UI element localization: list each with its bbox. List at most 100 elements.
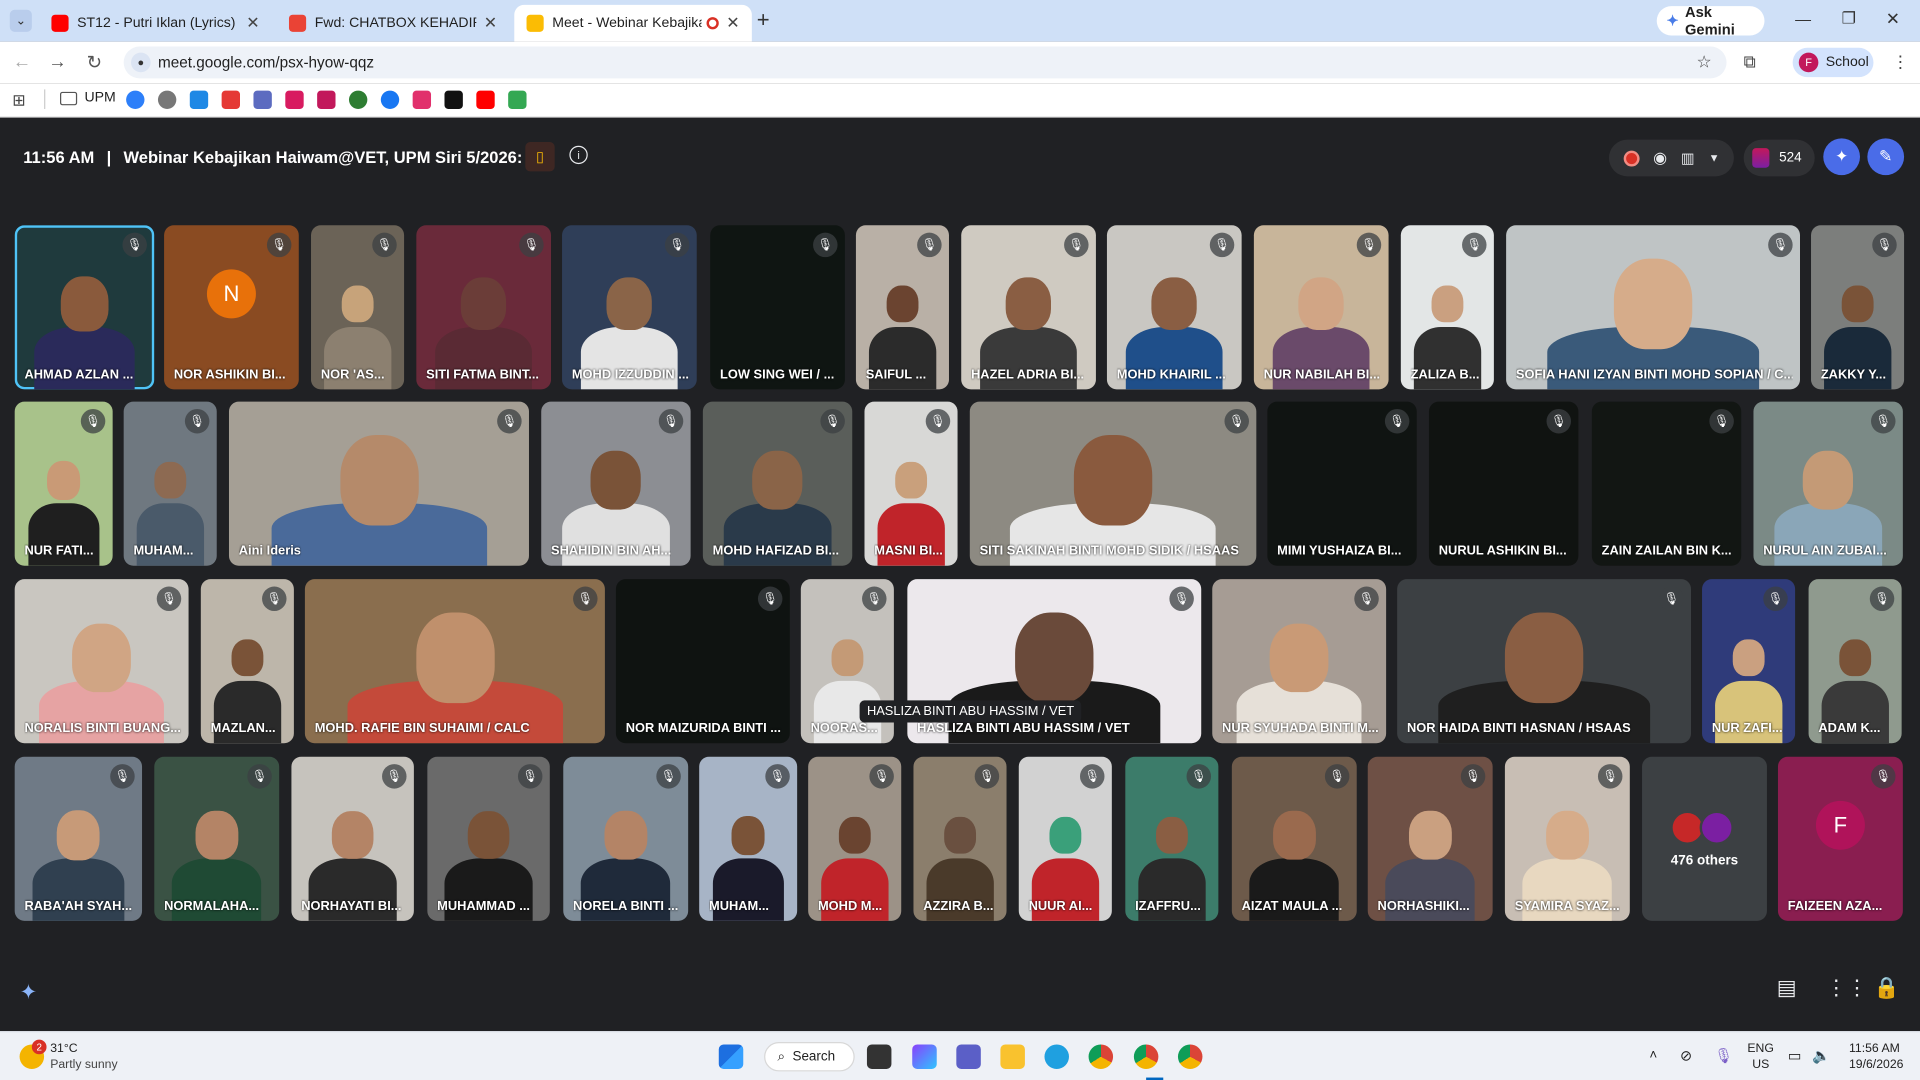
profile-button[interactable]: F School [1792,47,1874,78]
participant-tile[interactable]: 🎙 AZZIRA B... [913,756,1007,921]
close-tab-icon[interactable]: ✕ [726,13,739,33]
participant-tile[interactable]: 🎙 MOHD KHAIRIL ... [1106,225,1242,390]
youtube-icon[interactable] [476,90,495,109]
participant-tile[interactable]: 🎙 NORELA BINTI ... [563,756,689,921]
bookmark-icon[interactable] [189,90,209,109]
tab-youtube[interactable]: ST12 - Putri Iklan (Lyrics) - YouT ✕ [39,5,272,42]
participant-tile[interactable]: 🎙 SHAHIDIN BIN AH... [541,401,691,566]
restore-icon[interactable]: ❐ [1842,9,1856,29]
site-info-icon[interactable]: ● [131,52,151,73]
participant-tile[interactable]: 🎙 NORHAYATI BI... [291,756,414,921]
participant-tile[interactable]: 🎙 ZALIZA B... [1400,225,1494,390]
participant-tile[interactable]: 🎙 SITI FATMA BINT... [416,225,552,390]
extensions-icon[interactable]: ⧉ [1744,51,1756,72]
info-icon[interactable]: i [569,145,588,165]
bookmark-icon[interactable] [221,90,241,109]
mic-in-use-icon[interactable]: 🎙 [1714,1047,1733,1064]
teams-icon[interactable] [956,1044,981,1069]
close-tab-icon[interactable]: ✕ [246,13,259,33]
participant-tile[interactable]: 🎙 ADAM K... [1808,579,1902,744]
participant-tile[interactable]: 🎙 MUHAM... [123,401,217,566]
task-view-icon[interactable] [866,1044,892,1069]
participant-tile[interactable]: 🎙 MOHD HAFIZAD BI... [702,401,853,566]
windows-start-icon[interactable] [718,1044,744,1069]
instagram-icon[interactable] [412,90,432,109]
host-controls-icon[interactable]: ▯ [525,142,555,172]
activities-icon[interactable]: ✎ [1867,138,1905,176]
participant-tile[interactable]: 🎙 SAIFUL ... [855,225,949,390]
apps-grid-icon[interactable]: ⊞ [12,91,25,111]
gemini-sparkle-icon[interactable]: ✦ [20,981,37,1005]
tab-meet[interactable]: Meet - Webinar Kebajikan H ✕ [514,4,752,42]
bookmark-icon[interactable] [253,90,272,109]
tab-search-icon[interactable]: ⌄ [9,9,32,32]
volume-icon[interactable]: 🔈 [1812,1047,1830,1064]
participant-tile[interactable]: 🎙 MASNI BI... [864,401,958,566]
participant-tile[interactable]: 🎙 ZAKKY Y... [1811,225,1905,390]
clock-time[interactable]: 11:56 AM [1849,1042,1900,1055]
bookmark-icon[interactable] [126,90,145,109]
others-tile[interactable]: 476 others [1642,756,1767,921]
participant-tile[interactable]: 🎙 NORMALAHA... [154,756,280,921]
language-label[interactable]: ENG [1747,1042,1774,1055]
participant-tile[interactable]: 🎙 MIMI YUSHAIZA BI... [1267,401,1417,566]
bookmark-icon[interactable] [157,90,177,109]
browser-menu-icon[interactable]: ⋮ [1892,51,1909,72]
participant-tile[interactable]: 🎙 NUR NABILAH BI... [1253,225,1389,390]
ask-gemini-button[interactable]: ✦ Ask Gemini [1656,4,1765,38]
participant-tile[interactable]: 🎙 SITI SAKINAH BINTI MOHD SIDIK / HSAAS [969,401,1257,566]
participant-tile[interactable]: 🎙 NUR ZAFI... [1702,579,1796,744]
participant-tile[interactable]: 🎙 NOR MAIZURIDA BINTI ... [615,579,790,744]
participant-tile[interactable]: 🎙 ZAIN ZAILAN BIN K... [1591,401,1742,566]
participant-tile[interactable]: 🎙 RABA'AH SYAH... [14,756,143,921]
participant-tile[interactable]: 🎙 NURUL ASHIKIN BI... [1428,401,1579,566]
gemini-notes-icon[interactable]: ✦ [1823,138,1861,176]
bookmark-icon[interactable] [348,90,368,109]
bookmark-icon[interactable] [285,90,304,109]
participant-tile[interactable]: 🎙 IZAFFRU... [1125,756,1219,921]
bookmark-folder-upm[interactable]: UPM [60,91,116,105]
participant-tile[interactable]: 🎙 MOHD M... [808,756,902,921]
close-tab-icon[interactable]: ✕ [484,13,497,33]
bookmark-star-icon[interactable]: ☆ [1696,51,1711,72]
display-icon[interactable]: ▭ [1788,1047,1802,1064]
close-window-icon[interactable]: ✕ [1886,9,1900,30]
participant-tile[interactable]: 🎙 AIZAT MAULA ... [1231,756,1357,921]
participant-tile[interactable]: 🎙 HAZEL ADRIA BI... [961,225,1096,390]
chrome-icon[interactable] [1177,1044,1203,1069]
participant-tile[interactable]: 🎙 MOHD IZZUDDIN ... [562,225,697,390]
taskbar-search[interactable]: ⌕ Search [764,1042,855,1072]
participant-tile[interactable]: 🎙 LOW SING WEI / ... [710,225,845,390]
participant-tile[interactable]: F 🎙 FAIZEEN AZA... [1777,756,1903,921]
meeting-status-pill[interactable]: ◉ ▥ ▼ [1608,139,1734,177]
minimize-icon[interactable]: — [1795,10,1811,28]
network-off-icon[interactable]: ⊘ [1680,1047,1692,1064]
participant-tile[interactable]: 🎙 NOR 'AS... [311,225,405,390]
participant-tile[interactable]: 🎙 MOHD. RAFIE BIN SUHAIMI / CALC [304,579,605,744]
chrome-icon[interactable] [1088,1044,1114,1069]
activities-grid-icon[interactable]: ⋮⋮ [1826,976,1868,1000]
url-bar[interactable]: ● meet.google.com/psx-hyow-qqz ☆ [123,46,1727,79]
participant-tile[interactable]: 🎙 Aini Ideris [228,401,529,566]
edge-icon[interactable] [1044,1044,1069,1069]
participant-tile[interactable]: 🎙 MAZLAN... [200,579,294,744]
copilot-icon[interactable] [912,1044,937,1069]
back-icon[interactable]: ← [11,51,33,72]
show-hidden-icons[interactable]: ˄ [1649,1048,1657,1063]
participant-tile[interactable]: 🎙 SYAMIRA SYAZ... [1504,756,1630,921]
participant-tile[interactable]: N 🎙 NOR ASHIKIN BI... [164,225,299,390]
tiktok-icon[interactable] [444,90,463,109]
participant-tile[interactable]: 🎙 NOR HAIDA BINTI HASNAN / HSAAS [1397,579,1692,744]
facebook-icon[interactable] [380,90,400,109]
participant-tile[interactable]: 🎙 NUUR AI... [1018,756,1112,921]
participant-tile[interactable]: 🎙 NUR SYUHADA BINTI M... [1212,579,1387,744]
chrome-profile-icon[interactable] [1133,1044,1159,1069]
host-lock-icon[interactable]: 🔒 [1873,976,1899,1000]
chat-icon[interactable]: ▤ [1777,976,1797,1000]
file-explorer-icon[interactable] [1000,1044,1025,1069]
bookmark-icon[interactable] [508,90,527,109]
reload-icon[interactable]: ↻ [83,51,105,74]
participant-tile[interactable]: 🎙 NUR FATI... [14,401,113,566]
participant-tile[interactable]: 🎙 MUHAM... [699,756,798,921]
forward-icon[interactable]: → [47,51,69,72]
